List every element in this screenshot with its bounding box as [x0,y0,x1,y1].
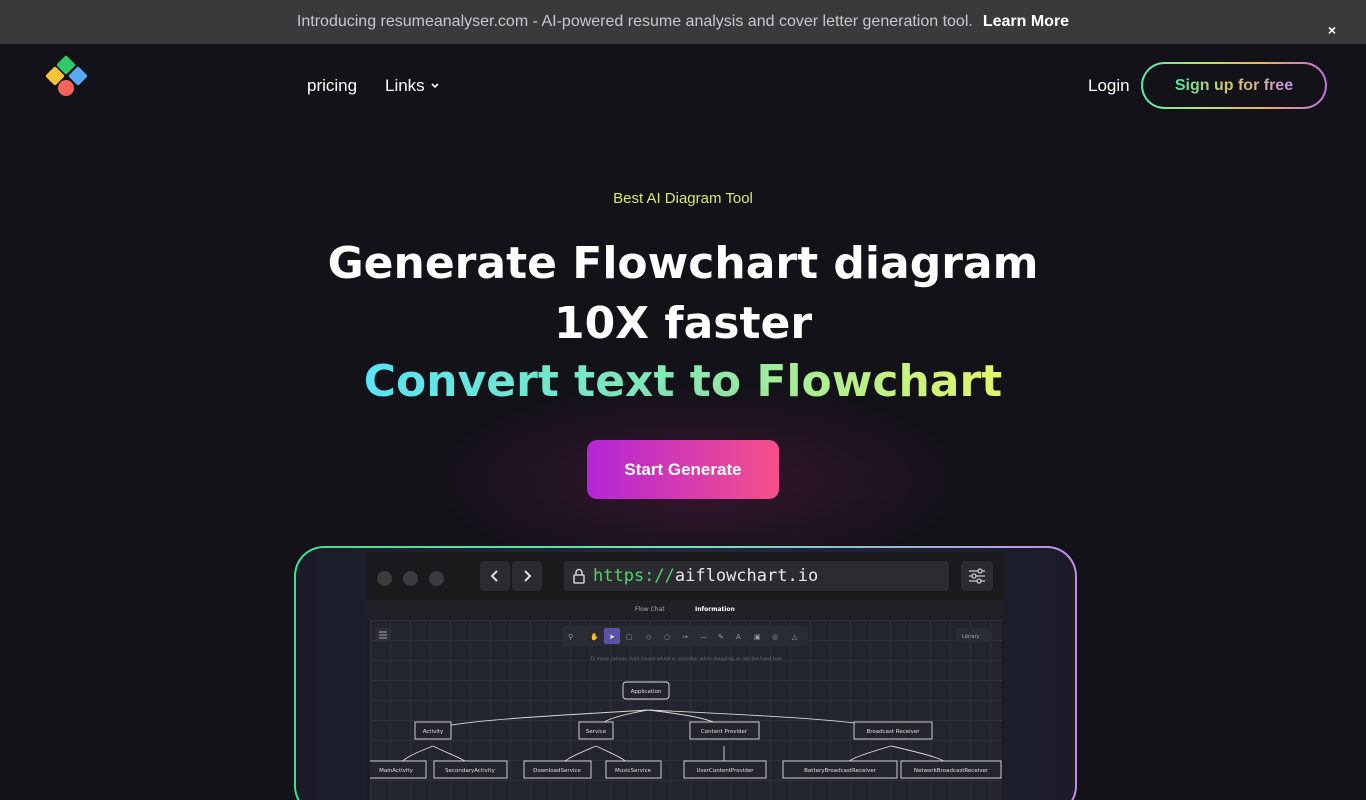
lock-icon [573,568,585,584]
back-button[interactable] [480,561,510,591]
svg-text:⚲: ⚲ [568,633,573,641]
diagram-canvas[interactable]: ⚲ ✋ ➤ ▢ ◇ ○ → — ✎ A ▣ ◎ △ Library To move canvas,… [370,620,1002,800]
app-preview-inner: https://aiflowchart.io Flow Chat Informa… [296,548,1075,800]
svg-text:▢: ▢ [626,633,633,641]
window-dot [429,571,444,586]
node-label: MainActivity [379,768,413,774]
top-nav: pricing Links Login Sign up for free [0,44,1366,128]
svg-text:○: ○ [664,633,670,641]
hero-headline: Generate Flowchart diagram 10X faster [327,238,1039,349]
node-label: MusicService [615,768,652,774]
app-preview-frame: https://aiflowchart.io Flow Chat Informa… [294,546,1077,800]
window-dot [377,571,392,586]
svg-text:—: — [700,633,707,641]
library-button[interactable]: Library [956,628,992,642]
chevron-down-icon [431,83,439,89]
svg-text:◎: ◎ [772,633,778,641]
node-label: BatteryBroadcastReceiver [804,768,876,774]
svg-text:✎: ✎ [718,633,724,641]
signup-button[interactable]: Sign up for free [1141,62,1327,109]
node-label: Application [631,689,662,695]
svg-text:➤: ➤ [609,633,615,641]
menu-icon[interactable] [376,628,390,642]
browser-window: https://aiflowchart.io Flow Chat Informa… [367,552,1005,800]
svg-text:A: A [736,633,741,641]
node-label: Content Provider [701,729,748,735]
hero-kicker: Best AI Diagram Tool [613,190,753,207]
svg-text:△: △ [792,633,798,641]
start-generate-button[interactable]: Start Generate [587,440,779,499]
tool-palette[interactable]: ⚲ ✋ ➤ ▢ ◇ ○ → — ✎ A ▣ ◎ △ [562,626,808,646]
signup-label: Sign up for free [1174,76,1294,94]
library-label: Library [962,634,980,640]
flowchart-node[interactable]: BatteryBroadcastReceiver [782,760,898,779]
canvas-hint: To move canvas, hold mouse wheel or spac… [589,656,781,662]
tab-information[interactable]: Information [695,606,735,613]
logo-icon[interactable] [40,54,96,104]
flowchart-node[interactable]: NetworkBroadcastReceiver [900,760,1002,779]
svg-text:◇: ◇ [646,633,652,641]
flowchart-node[interactable]: UserContentProvider [683,760,767,779]
flowchart-node[interactable]: Broadcast Receiver [853,721,933,740]
nav-links-label: Links [385,76,425,95]
chevron-right-icon [524,570,532,582]
browser-toolbar: https://aiflowchart.io [367,552,1005,600]
flowchart-edges [396,709,953,770]
node-label: DownloadService [533,768,581,774]
learn-more-link[interactable]: Learn More [983,13,1069,31]
flowchart-node[interactable]: Content Provider [689,721,760,740]
settings-sliders-button[interactable] [961,561,993,591]
nav-pricing-link[interactable]: pricing [307,76,357,96]
announcement-bar: Introducing resumeanalyser.com - AI-powe… [0,0,1366,44]
window-dot [403,571,418,586]
node-label: Activity [423,729,444,735]
node-label: Service [586,729,607,735]
announcement-text: Introducing resumeanalyser.com - AI-powe… [296,13,973,30]
svg-text:✋: ✋ [590,632,599,641]
svg-text:▣: ▣ [754,633,761,641]
tab-flow-chat[interactable]: Flow Chat [635,606,665,613]
flowchart-node[interactable]: SecondaryActivity [433,760,508,779]
login-link[interactable]: Login [1088,76,1130,96]
signup-button-inner: Sign up for free [1143,64,1325,107]
nav-links-dropdown[interactable]: Links [385,76,440,96]
svg-text:→: → [682,633,688,641]
app-tabs: Flow Chat Information [367,600,1005,620]
flowchart-node[interactable]: Activity [414,721,452,740]
chevron-left-icon [490,570,498,582]
forward-button[interactable] [512,561,542,591]
flowchart-node[interactable]: Application [622,681,670,700]
url-scheme: https:// [593,566,675,586]
url-host: aiflowchart.io [674,566,819,586]
flowchart-diagram: ⚲ ✋ ➤ ▢ ◇ ○ → — ✎ A ▣ ◎ △ Library To move canvas,… [370,626,1002,779]
node-label: SecondaryActivity [445,768,495,774]
node-label: UserContentProvider [696,768,754,774]
flowchart-node[interactable]: MusicService [605,760,662,779]
flowchart-node[interactable]: MainActivity [370,760,427,779]
address-bar[interactable]: https://aiflowchart.io [564,561,949,591]
sliders-icon [969,568,985,584]
node-label: NetworkBroadcastReceiver [914,768,989,774]
flowchart-node[interactable]: Service [578,721,614,740]
node-label: Broadcast Receiver [866,729,920,735]
close-icon[interactable]: × [1328,22,1336,38]
flowchart-node[interactable]: DownloadService [523,760,592,779]
